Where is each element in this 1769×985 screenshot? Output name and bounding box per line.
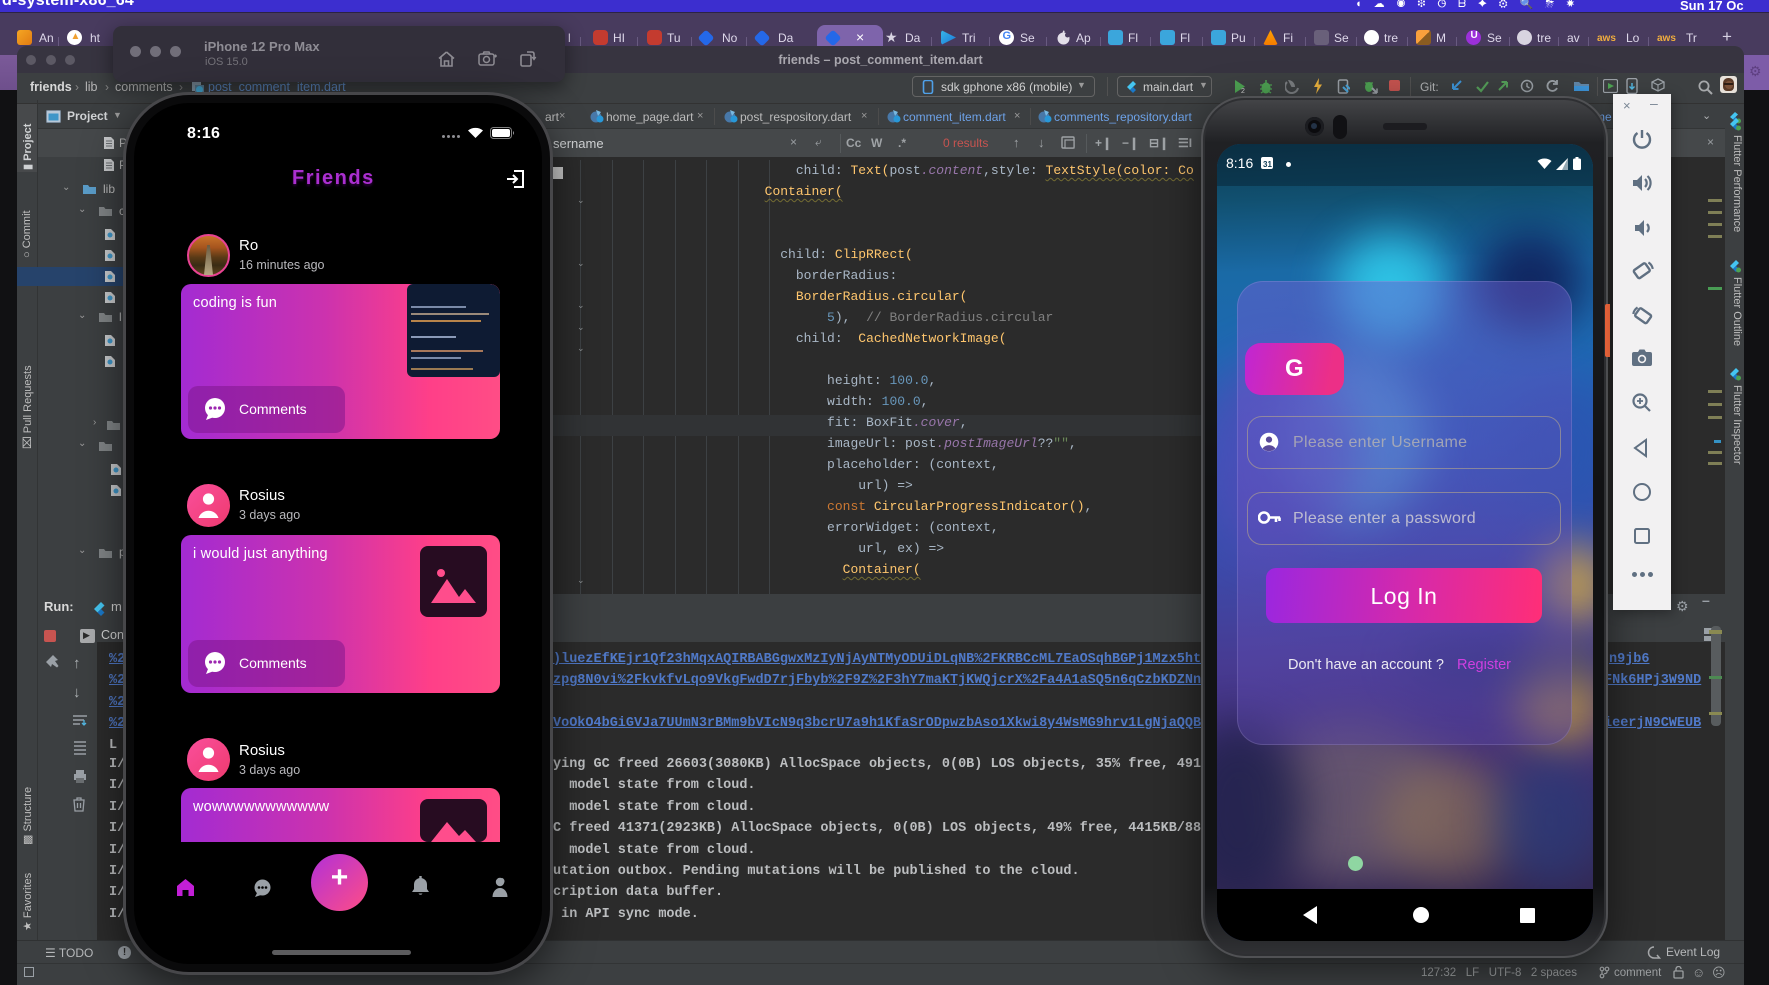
svg-text:31: 31 <box>1263 160 1272 169</box>
svg-text:2: 2 <box>1241 88 1245 94</box>
